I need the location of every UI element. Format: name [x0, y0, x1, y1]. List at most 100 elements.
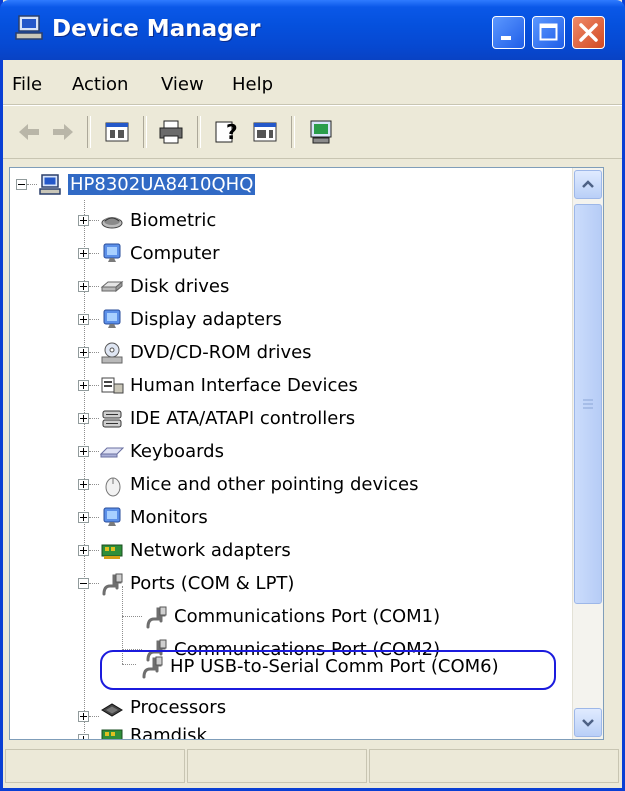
forward-arrow-icon[interactable] — [49, 118, 77, 146]
status-bar — [3, 746, 622, 786]
tree-item-label: DVD/CD-ROM drives — [130, 342, 312, 363]
vertical-scrollbar[interactable] — [572, 168, 603, 739]
expand-keyboards-toggle[interactable] — [78, 446, 89, 457]
tree-item-label: Mice and other pointing devices — [130, 474, 419, 495]
tree-item-com1[interactable]: Communications Port (COM1) — [144, 601, 440, 632]
menu-file[interactable]: File — [12, 74, 42, 95]
help-icon[interactable]: ? — [213, 118, 241, 146]
tree-item-processors[interactable]: Processors — [100, 692, 226, 723]
toolbar-separator — [197, 116, 201, 148]
tree-item-label: Biometric — [130, 210, 217, 231]
back-arrow-icon[interactable] — [15, 118, 43, 146]
tree-root[interactable]: HP8302UA8410QHQ — [38, 169, 257, 200]
tree-item-network-adapters[interactable]: Network adapters — [100, 535, 291, 566]
tree-item-label: Monitors — [130, 507, 208, 528]
tree-item-disk-drives[interactable]: Disk drives — [100, 271, 229, 302]
expand-ramdisk-toggle[interactable] — [78, 734, 89, 739]
expand-biometric-toggle[interactable] — [78, 215, 89, 226]
expand-dvd-drives-toggle[interactable] — [78, 347, 89, 358]
tree-line — [89, 550, 99, 551]
disk-drive-icon — [100, 280, 124, 292]
tree-line — [89, 319, 99, 320]
tree-item-label: Ports (COM & LPT) — [130, 573, 295, 594]
close-icon — [579, 23, 598, 42]
tree-line — [89, 451, 99, 452]
tree-item-label: Network adapters — [130, 540, 291, 561]
tree-line — [89, 418, 99, 419]
collapse-ports-toggle[interactable] — [78, 578, 89, 589]
svg-text:?: ? — [226, 120, 238, 144]
toolbar-separator — [291, 116, 295, 148]
menu-bar: File Action View Help — [3, 60, 622, 105]
tree-line — [89, 484, 99, 485]
grip-icon — [583, 399, 593, 409]
network-adapter-icon — [101, 544, 123, 559]
toolbar-separator — [143, 116, 147, 148]
tree-item-label: Ramdisk — [130, 725, 207, 740]
properties-pane-icon[interactable] — [103, 118, 131, 146]
expand-display-adapters-toggle[interactable] — [78, 314, 89, 325]
status-panel — [369, 749, 619, 783]
monitor-icon — [103, 507, 121, 526]
tree-line — [27, 184, 37, 185]
tree-item-display-adapters[interactable]: Display adapters — [100, 304, 282, 335]
tree-line — [89, 716, 99, 717]
computer-icon — [103, 243, 121, 262]
tree-line — [89, 220, 99, 221]
maximize-icon — [539, 23, 558, 41]
biometric-icon — [101, 216, 123, 228]
close-button[interactable] — [572, 16, 605, 49]
hid-icon — [101, 377, 124, 393]
processor-icon — [101, 702, 123, 717]
expand-ide-controllers-toggle[interactable] — [78, 413, 89, 424]
device-manager-icon — [15, 15, 43, 40]
mouse-icon — [105, 477, 121, 496]
tree-item-ramdisk[interactable]: Ramdisk — [100, 720, 207, 740]
status-panel — [5, 749, 185, 783]
scroll-up-button[interactable] — [574, 170, 602, 199]
menu-action[interactable]: Action — [72, 74, 128, 95]
menu-help[interactable]: Help — [232, 74, 273, 95]
expand-network-adapters-toggle[interactable] — [78, 545, 89, 556]
tree-item-keyboards[interactable]: Keyboards — [100, 436, 224, 467]
tree-item-label: Computer — [130, 243, 220, 264]
tree-item-hid[interactable]: Human Interface Devices — [100, 370, 358, 401]
tree-line — [89, 286, 99, 287]
expand-processors-toggle[interactable] — [78, 711, 89, 722]
scan-hardware-icon[interactable] — [307, 118, 335, 146]
collapse-root-toggle[interactable] — [16, 179, 27, 190]
tree-item-ports[interactable]: Ports (COM & LPT) — [100, 568, 294, 599]
tree-item-ide-controllers[interactable]: IDE ATA/ATAPI controllers — [100, 403, 355, 434]
port-icon — [146, 606, 167, 628]
expand-mice-toggle[interactable] — [78, 479, 89, 490]
menu-view[interactable]: View — [161, 74, 204, 95]
tree-item-dvd-drives[interactable]: DVD/CD-ROM drives — [100, 337, 312, 368]
tree-line — [89, 352, 99, 353]
title-bar[interactable]: Device Manager — [0, 0, 625, 60]
scroll-thumb[interactable] — [574, 204, 602, 604]
port-icon — [102, 573, 123, 595]
tree-item-mice[interactable]: Mice and other pointing devices — [100, 469, 418, 500]
tree-item-label: Human Interface Devices — [130, 375, 358, 396]
scroll-down-button[interactable] — [574, 708, 602, 737]
toolbar-separator — [87, 116, 91, 148]
expand-monitors-toggle[interactable] — [78, 512, 89, 523]
window-title: Device Manager — [52, 16, 261, 42]
expand-disk-drives-toggle[interactable] — [78, 281, 89, 292]
tree-line — [89, 385, 99, 386]
chevron-down-icon — [582, 719, 594, 727]
device-manager-window: Device Manager File Action View Help ? H… — [0, 0, 625, 791]
ide-controller-icon — [102, 410, 122, 427]
computer-root-icon — [39, 173, 61, 195]
expand-hid-toggle[interactable] — [78, 380, 89, 391]
maximize-button[interactable] — [532, 16, 565, 49]
tree-item-monitors[interactable]: Monitors — [100, 502, 208, 533]
expand-computer-toggle[interactable] — [78, 248, 89, 259]
tree-item-computer[interactable]: Computer — [100, 238, 219, 269]
minimize-button[interactable] — [492, 16, 525, 49]
annotation-highlight — [100, 650, 556, 690]
view-pane-icon[interactable] — [251, 118, 279, 146]
print-icon[interactable] — [157, 118, 185, 146]
ramdisk-icon — [101, 729, 123, 739]
tree-item-biometric[interactable]: Biometric — [100, 205, 216, 236]
